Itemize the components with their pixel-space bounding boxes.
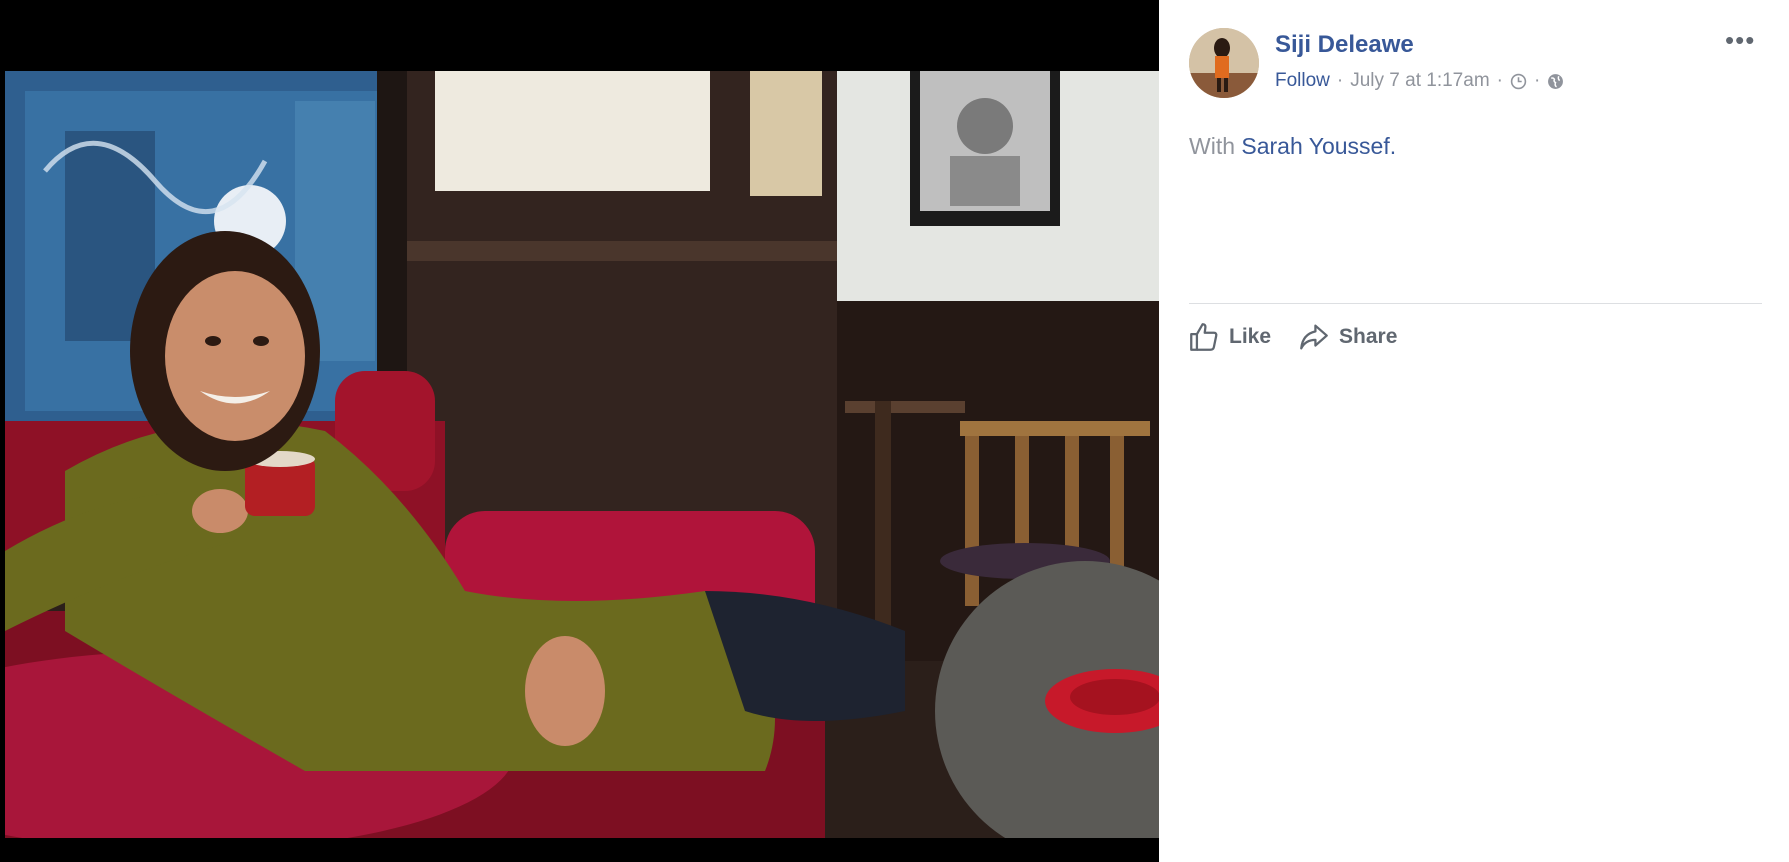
meta-separator: · <box>1496 70 1503 91</box>
actions-divider <box>1189 303 1762 304</box>
author-avatar[interactable] <box>1189 28 1259 98</box>
thumbs-up-icon <box>1190 323 1218 351</box>
tagged-line: With Sarah Youssef. <box>1189 133 1396 160</box>
photo-viewer <box>0 0 1159 862</box>
more-options-icon[interactable]: ••• <box>1725 27 1755 53</box>
with-prefix: With <box>1189 133 1235 159</box>
tagged-person-link[interactable]: Sarah Youssef <box>1241 133 1389 159</box>
meta-separator: · <box>1336 70 1344 91</box>
meta-separator: · <box>1533 70 1541 91</box>
globe-icon[interactable] <box>1547 73 1564 90</box>
share-arrow-icon <box>1300 324 1328 350</box>
share-label: Share <box>1339 325 1398 348</box>
tagged-suffix: . <box>1389 133 1397 159</box>
author-name[interactable]: Siji Deleawe <box>1275 31 1414 59</box>
share-button[interactable]: Share <box>1297 320 1397 354</box>
post-timestamp[interactable]: July 7 at 1:17am <box>1350 70 1489 92</box>
like-label: Like <box>1229 325 1272 348</box>
photo-illustration <box>5 71 1159 838</box>
post-side-panel: Siji Deleawe Follow · July 7 at 1:17am ·… <box>1159 0 1789 862</box>
like-button[interactable]: Like <box>1187 320 1271 354</box>
clock-icon <box>1510 73 1527 89</box>
avatar-image <box>1189 28 1259 98</box>
post-meta: Follow · July 7 at 1:17am · · <box>1275 70 1564 92</box>
post-actions: Like Share <box>1187 320 1397 354</box>
follow-link[interactable]: Follow <box>1275 70 1330 92</box>
post-photo[interactable] <box>5 71 1159 838</box>
